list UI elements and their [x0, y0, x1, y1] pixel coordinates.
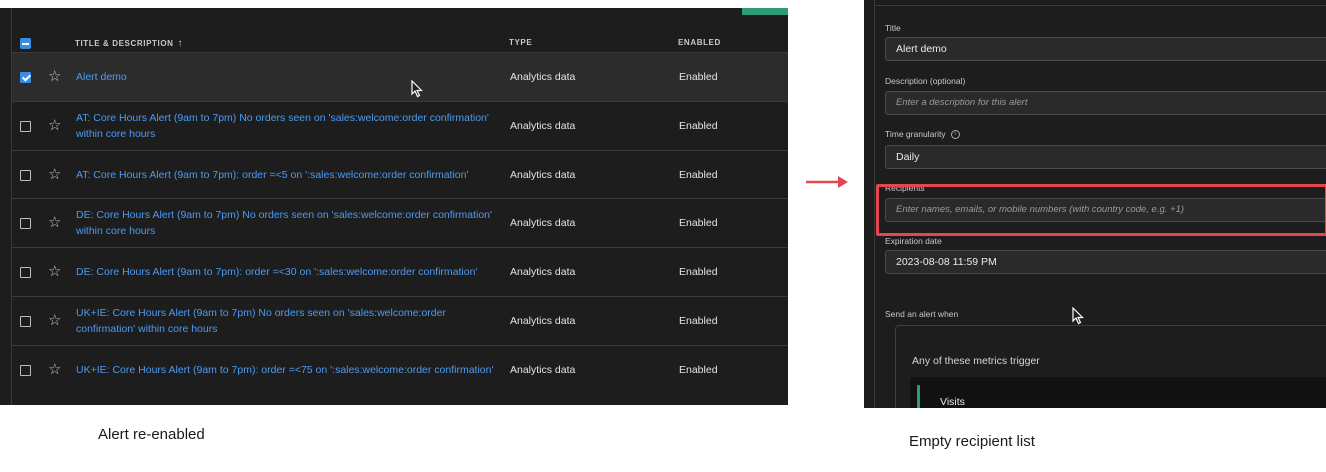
column-header-title[interactable]: TITLE & DESCRIPTION ↑ [75, 38, 183, 49]
time-granularity-label-text: Time granularity [885, 129, 946, 139]
alert-form-panel: Title Alert demo Description (optional) … [864, 0, 1326, 408]
alert-title-link[interactable]: DE: Core Hours Alert (9am to 7pm): order… [76, 264, 496, 280]
alert-title-link[interactable]: AT: Core Hours Alert (9am to 7pm): order… [76, 167, 496, 183]
description-placeholder: Enter a description for this alert [896, 97, 1028, 108]
arrow-up-icon: ↑ [177, 38, 184, 49]
right-arrow-icon [806, 176, 848, 188]
star-icon[interactable]: ☆ [48, 68, 61, 86]
alert-type: Analytics data [510, 266, 576, 278]
star-icon[interactable]: ☆ [48, 117, 61, 135]
star-icon[interactable]: ☆ [48, 263, 61, 281]
title-field[interactable]: Alert demo [885, 37, 1326, 61]
row-checkbox[interactable] [20, 121, 31, 132]
send-alert-when-label: Send an alert when [885, 309, 959, 319]
alert-enabled-status: Enabled [679, 169, 718, 181]
row-checkbox[interactable] [20, 72, 31, 83]
panel-top-border [874, 5, 1326, 6]
info-icon[interactable]: i [950, 130, 960, 140]
alerts-table-panel: TITLE & DESCRIPTION ↑ TYPE ENABLED ☆ Aler… [0, 8, 788, 405]
column-header-title-label: TITLE & DESCRIPTION [75, 39, 174, 48]
column-header-type[interactable]: TYPE [509, 38, 532, 47]
time-granularity-label: Time granularity i [885, 129, 960, 140]
table-row[interactable]: ☆ AT: Core Hours Alert (9am to 7pm) No o… [12, 101, 788, 150]
alert-enabled-status: Enabled [679, 315, 718, 327]
alert-type: Analytics data [510, 169, 576, 181]
alert-enabled-status: Enabled [679, 217, 718, 229]
metric-card[interactable]: Visits [910, 377, 1326, 408]
table-row[interactable]: ☆ DE: Core Hours Alert (9am to 7pm): ord… [12, 247, 788, 296]
caption-empty-recipient-list: Empty recipient list [909, 433, 1035, 450]
star-icon[interactable]: ☆ [48, 214, 61, 232]
description-label: Description (optional) [885, 76, 966, 86]
alert-title-link[interactable]: UK+IE: Core Hours Alert (9am to 7pm) No … [76, 305, 496, 337]
mouse-cursor-icon [411, 80, 423, 98]
recipients-highlight-box [876, 184, 1326, 236]
alert-type: Analytics data [510, 217, 576, 229]
expiration-date-value: 2023-08-08 11:59 PM [896, 256, 997, 268]
table-row[interactable]: ☆ Alert demo Analytics data Enabled [12, 52, 788, 101]
row-checkbox[interactable] [20, 316, 31, 327]
title-label: Title [885, 23, 901, 33]
trigger-container: Any of these metrics trigger Visits [895, 325, 1326, 408]
trigger-title: Any of these metrics trigger [912, 355, 1040, 367]
alert-title-link[interactable]: AT: Core Hours Alert (9am to 7pm) No ord… [76, 110, 496, 142]
row-checkbox[interactable] [20, 365, 31, 376]
row-checkbox[interactable] [20, 267, 31, 278]
mouse-cursor-icon [1072, 307, 1084, 325]
alert-enabled-status: Enabled [679, 120, 718, 132]
table-row[interactable]: ☆ UK+IE: Core Hours Alert (9am to 7pm) N… [12, 296, 788, 345]
title-value: Alert demo [896, 43, 947, 55]
row-checkbox[interactable] [20, 218, 31, 229]
star-icon[interactable]: ☆ [48, 361, 61, 379]
select-all-checkbox[interactable] [20, 38, 31, 49]
alert-enabled-status: Enabled [679, 364, 718, 376]
alert-title-link[interactable]: DE: Core Hours Alert (9am to 7pm) No ord… [76, 207, 496, 239]
row-checkbox[interactable] [20, 170, 31, 181]
expiration-date-field[interactable]: 2023-08-08 11:59 PM [885, 250, 1326, 274]
alert-enabled-status: Enabled [679, 266, 718, 278]
panel-divider [874, 0, 875, 408]
alert-title-link[interactable]: Alert demo [76, 69, 496, 85]
table-row[interactable]: ☆ UK+IE: Core Hours Alert (9am to 7pm): … [12, 345, 788, 394]
description-field[interactable]: Enter a description for this alert [885, 91, 1326, 115]
table-row[interactable]: ☆ AT: Core Hours Alert (9am to 7pm): ord… [12, 150, 788, 199]
star-icon[interactable]: ☆ [48, 166, 61, 184]
metric-color-bar [917, 385, 920, 408]
alert-enabled-status: Enabled [679, 71, 718, 83]
caption-alert-re-enabled: Alert re-enabled [98, 426, 205, 443]
column-header-enabled[interactable]: ENABLED [678, 38, 721, 47]
time-granularity-value: Daily [896, 151, 920, 163]
expiration-date-label: Expiration date [885, 236, 942, 246]
star-icon[interactable]: ☆ [48, 312, 61, 330]
alert-type: Analytics data [510, 364, 576, 376]
alert-type: Analytics data [510, 120, 576, 132]
metric-name: Visits [940, 396, 965, 408]
green-tab-edge [742, 8, 788, 15]
alert-title-link[interactable]: UK+IE: Core Hours Alert (9am to 7pm): or… [76, 362, 496, 378]
time-granularity-select[interactable]: Daily [885, 145, 1326, 169]
alert-type: Analytics data [510, 315, 576, 327]
alert-type: Analytics data [510, 71, 576, 83]
table-row[interactable]: ☆ DE: Core Hours Alert (9am to 7pm) No o… [12, 198, 788, 247]
